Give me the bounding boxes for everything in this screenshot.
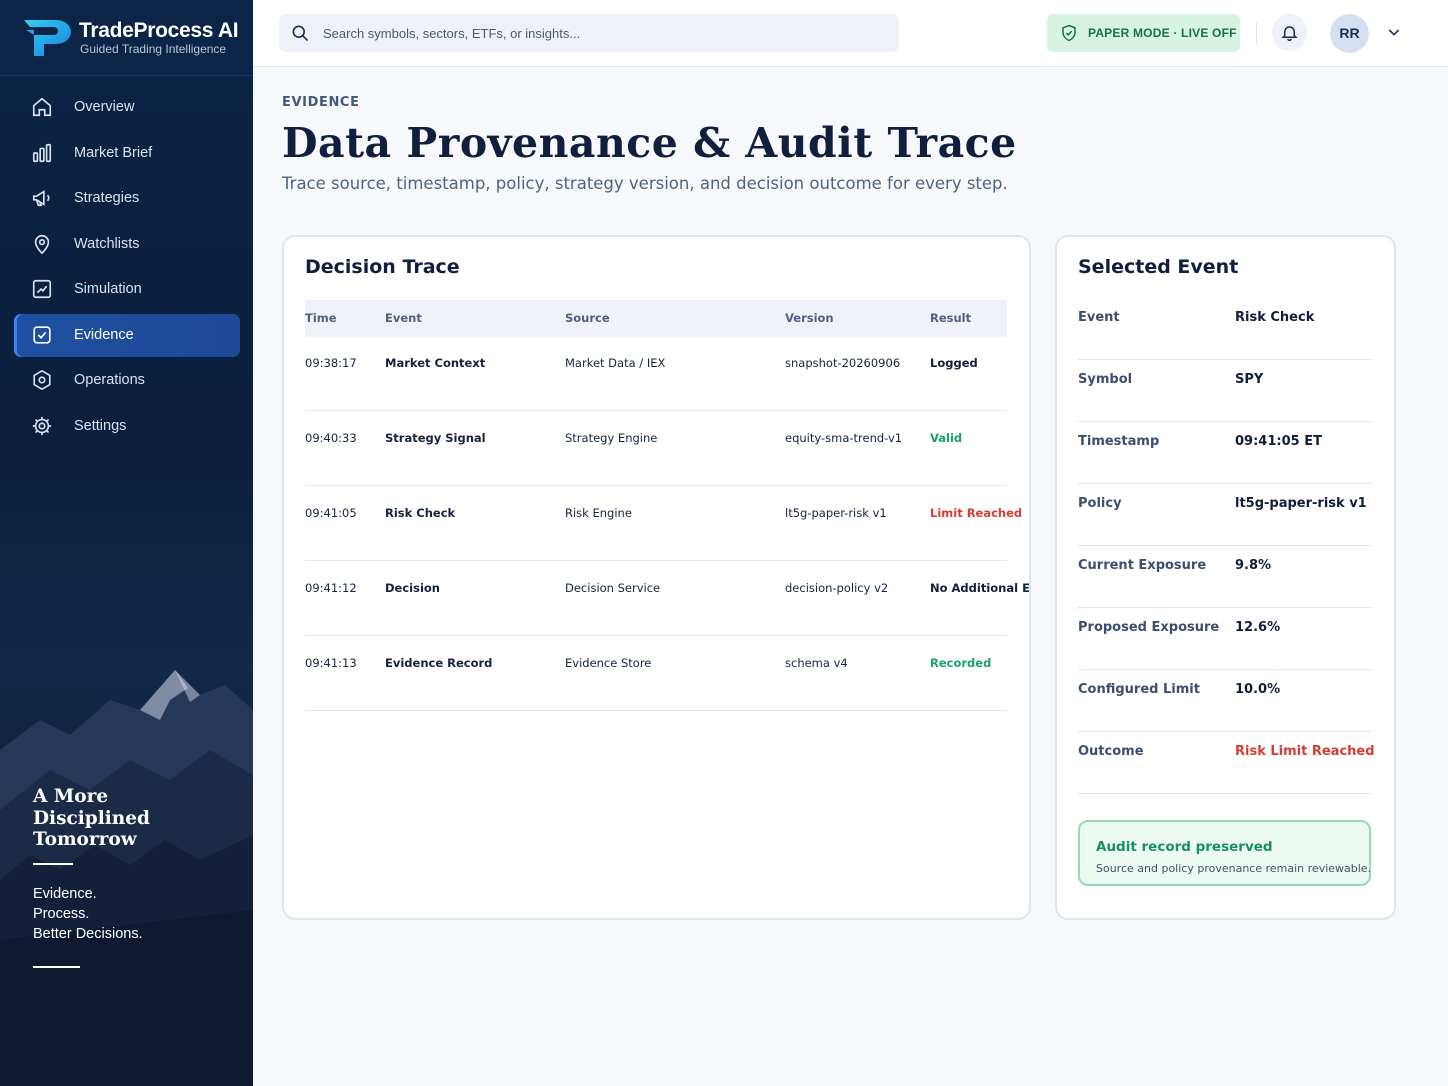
megaphone-icon (32, 190, 50, 207)
column-header-result[interactable]: Result (930, 300, 971, 337)
status-badge: Limit Reached (930, 506, 1023, 520)
sidebar-item-label: Watchlists (74, 235, 140, 252)
sidebar-item-settings[interactable]: Settings (14, 405, 240, 448)
table-row[interactable]: 09:40:33 Strategy Signal Strategy Engine… (305, 411, 1007, 486)
search-bar[interactable] (279, 14, 899, 52)
sidebar-item-watchlists[interactable]: Watchlists (14, 223, 240, 266)
sidebar-item-operations[interactable]: Operations (14, 359, 240, 402)
sidebar: TradeProcess AI Guided Trading Intellige… (0, 0, 253, 1086)
detail-row-configured-limit: Configured Limit 10.0% (1078, 670, 1371, 732)
card-title: Selected Event (1078, 256, 1239, 278)
sub-tagline-divider (33, 966, 80, 968)
brand-name: TradeProcess AI (79, 19, 239, 42)
detail-row-current-exposure: Current Exposure 9.8% (1078, 546, 1371, 608)
mode-label: PAPER MODE · LIVE OFF (1088, 26, 1237, 40)
sidebar-item-overview[interactable]: Overview (14, 86, 240, 129)
chevron-down-icon[interactable] (1386, 24, 1402, 40)
chart-frame-icon (32, 279, 52, 299)
tagline-divider (33, 863, 73, 865)
sidebar-item-label: Evidence (74, 326, 134, 343)
sidebar-item-label: Overview (74, 99, 135, 115)
column-header-version[interactable]: Version (785, 300, 834, 337)
gear-icon (32, 416, 52, 435)
table-row[interactable]: 09:38:17 Market Context Market Data / IE… (305, 336, 1007, 411)
table-header: Time Event Source Version Result (305, 300, 1007, 337)
status-badge: Risk Limit Reached (1235, 744, 1375, 759)
sidebar-item-strategies[interactable]: Strategies (14, 177, 240, 220)
topbar: PAPER MODE · LIVE OFF RR (253, 0, 1448, 67)
shield-check-icon (33, 325, 51, 344)
search-input[interactable] (323, 14, 883, 52)
sidebar-item-market-brief[interactable]: Market Brief (14, 132, 240, 175)
table-row[interactable]: 09:41:12 Decision Decision Service decis… (305, 561, 1029, 636)
bar-chart-icon (32, 143, 52, 162)
sidebar-sub-tagline: Evidence. Process. Better Decisions. (33, 886, 143, 942)
page-eyebrow: EVIDENCE (282, 95, 360, 110)
notifications-button[interactable] (1272, 14, 1307, 51)
topbar-divider (1256, 22, 1257, 44)
card-title: Decision Trace (305, 256, 460, 278)
audit-subtitle: Source and policy provenance remain revi… (1096, 862, 1372, 875)
detail-row-symbol: Symbol SPY (1078, 360, 1371, 422)
table-row[interactable]: 09:41:13 Evidence Record Evidence Store … (305, 636, 1007, 711)
search-icon (292, 25, 309, 42)
sidebar-item-evidence[interactable]: Evidence (14, 313, 240, 357)
hexagon-gear-icon (33, 369, 51, 391)
paper-mode-badge[interactable]: PAPER MODE · LIVE OFF (1047, 14, 1240, 52)
brand-tagline: Guided Trading Intelligence (80, 42, 227, 56)
sidebar-nav: Overview Market Brief Strategies Watchli… (14, 86, 240, 450)
status-badge: Recorded (930, 656, 992, 670)
audit-preserved-notice: Audit record preserved Source and policy… (1078, 820, 1371, 886)
sidebar-item-simulation[interactable]: Simulation (14, 268, 240, 311)
home-icon (32, 97, 52, 117)
page-subtitle: Trace source, timestamp, policy, strateg… (282, 174, 1008, 193)
column-header-time[interactable]: Time (305, 300, 337, 337)
sidebar-tagline: A More Disciplined Tomorrow (33, 786, 150, 850)
column-header-source[interactable]: Source (565, 300, 610, 337)
location-pin-icon (34, 234, 50, 254)
status-badge: Valid (930, 431, 963, 445)
status-badge: Logged (930, 356, 978, 370)
bell-icon (1281, 26, 1298, 42)
detail-row-event: Event Risk Check (1078, 298, 1371, 360)
sidebar-item-label: Strategies (74, 190, 140, 206)
page-title: Data Provenance & Audit Trace (282, 119, 1017, 167)
detail-row-outcome: Outcome Risk Limit Reached (1078, 732, 1375, 794)
sidebar-item-label: Market Brief (74, 144, 153, 161)
selected-event-card: Selected Event Event Risk Check Symbol S… (1055, 235, 1396, 920)
sidebar-item-label: Settings (74, 417, 127, 434)
column-header-event[interactable]: Event (385, 300, 422, 337)
logo-icon (24, 20, 71, 56)
shield-check-icon (1062, 24, 1076, 42)
audit-title: Audit record preserved (1096, 839, 1273, 855)
table-row[interactable]: 09:41:05 Risk Check Risk Engine lt5g-pap… (305, 486, 1022, 561)
status-badge: No Additional Expos (930, 581, 1030, 595)
avatar[interactable]: RR (1330, 14, 1369, 53)
detail-row-policy: Policy lt5g-paper-risk v1 (1078, 484, 1371, 546)
detail-row-timestamp: Timestamp 09:41:05 ET (1078, 422, 1371, 484)
detail-row-proposed-exposure: Proposed Exposure 12.6% (1078, 608, 1371, 670)
decision-trace-card: Decision Trace Time Event Source Version… (282, 235, 1031, 920)
sidebar-item-label: Operations (74, 372, 145, 388)
sidebar-item-label: Simulation (74, 281, 142, 297)
brand-header[interactable]: TradeProcess AI Guided Trading Intellige… (0, 0, 253, 76)
